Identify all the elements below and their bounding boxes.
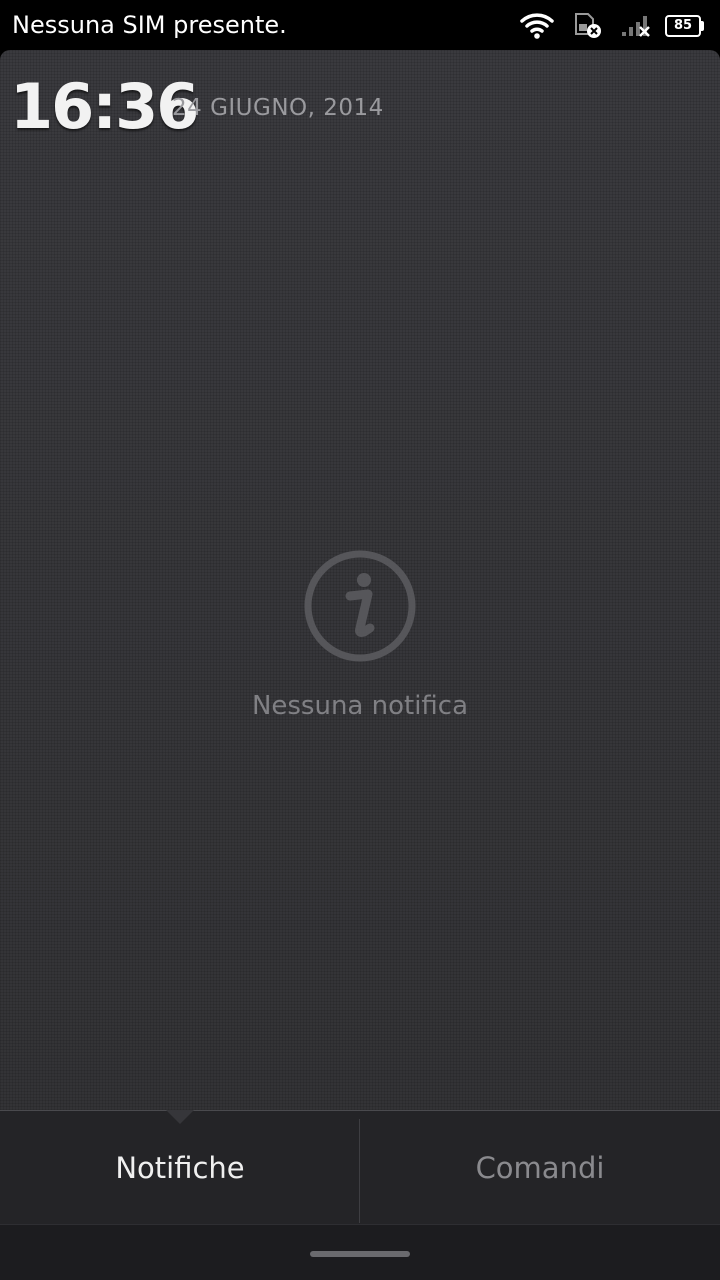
- tab-comandi[interactable]: Comandi: [360, 1111, 720, 1225]
- empty-notifications-text: Nessuna notifica: [251, 691, 469, 721]
- shade-handle-area[interactable]: [0, 1224, 720, 1280]
- wifi-icon: [520, 12, 554, 40]
- date-label[interactable]: 24 GIUGNO, 2014: [172, 93, 384, 123]
- selected-tab-indicator: [166, 1110, 194, 1124]
- tab-notifiche[interactable]: Notifiche: [0, 1111, 360, 1225]
- status-bar: Nessuna SIM presente. 85: [0, 0, 720, 50]
- clock-time[interactable]: 16:36: [10, 72, 199, 142]
- drag-handle[interactable]: [310, 1251, 410, 1257]
- sim-card-missing-icon: [572, 12, 604, 40]
- battery-icon: 85: [665, 15, 705, 39]
- battery-level-text: 85: [673, 18, 693, 33]
- info-icon: [302, 548, 418, 664]
- signal-no-service-icon: [620, 12, 656, 40]
- carrier-status-text: Nessuna SIM presente.: [12, 11, 287, 39]
- tab-bar: Notifiche Comandi: [0, 1110, 720, 1224]
